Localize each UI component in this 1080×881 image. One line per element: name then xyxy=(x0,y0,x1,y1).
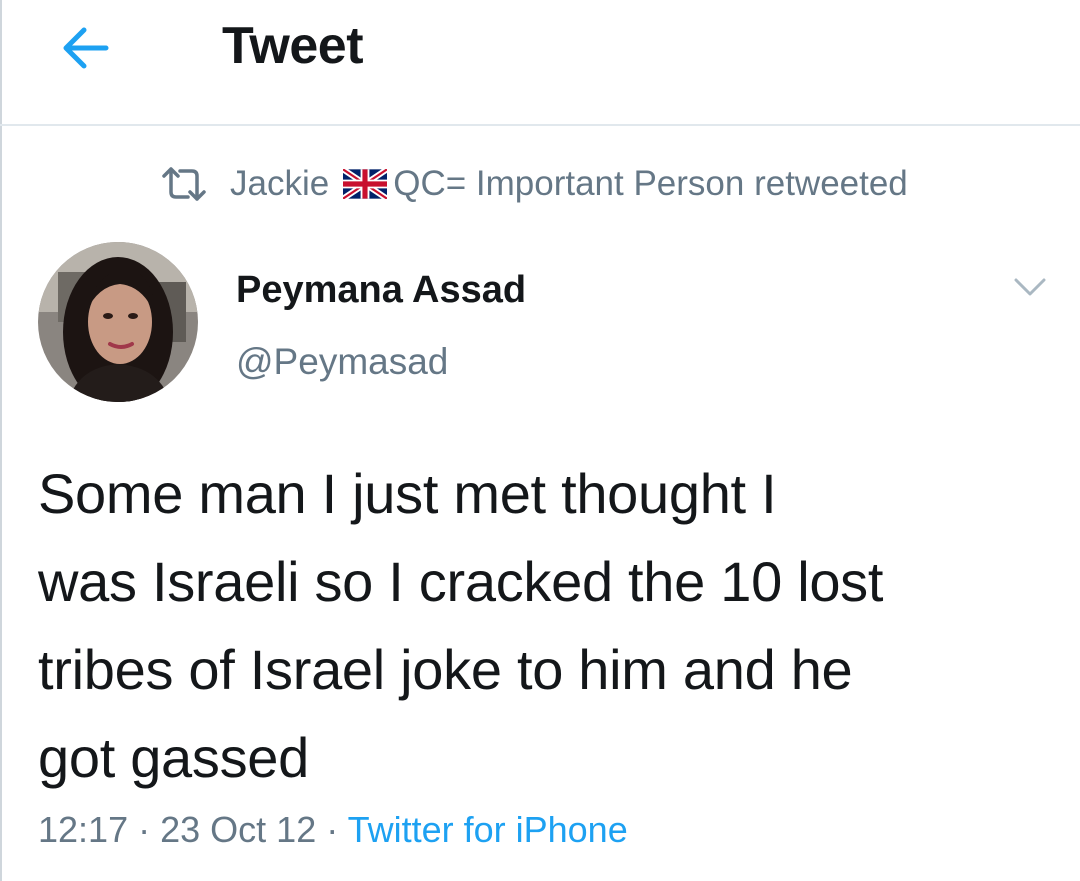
tweet-line: tribes of Israel joke to him and he xyxy=(38,638,853,701)
tweet-metadata: 12:17 · 23 Oct 12 · Twitter for iPhone xyxy=(38,804,628,856)
tweet-time: 12:17 xyxy=(38,809,129,850)
retweeter-name: Jackie xyxy=(230,164,330,203)
arrow-left-icon xyxy=(63,27,109,69)
retweeter-suffix: QC= Important Person retweeted xyxy=(393,164,908,203)
avatar[interactable] xyxy=(38,242,198,402)
chevron-down-icon xyxy=(1014,278,1046,296)
window-edge xyxy=(0,0,2,881)
profile-photo xyxy=(38,242,198,402)
author-name[interactable]: Peymana Assad xyxy=(236,266,526,314)
separator: · xyxy=(326,809,339,850)
retweet-context[interactable]: Jackie QC= Important Person retweeted xyxy=(160,160,908,208)
back-button[interactable] xyxy=(56,20,112,76)
separator: · xyxy=(138,809,151,850)
tweet-source-link[interactable]: Twitter for iPhone xyxy=(348,809,628,850)
tweet-date: 23 Oct 12 xyxy=(160,809,317,850)
page-title: Tweet xyxy=(222,17,364,75)
tweet-line: was Israeli so I cracked the 10 lost xyxy=(38,550,884,613)
top-bar: Tweet xyxy=(0,0,1080,126)
author-handle[interactable]: @Peymasad xyxy=(236,338,448,386)
tweet-menu-button[interactable] xyxy=(1010,270,1050,306)
union-jack-flag-icon xyxy=(343,169,388,199)
tweet-line: got gassed xyxy=(38,726,309,789)
tweet-body: Some man I just met thought I was Israel… xyxy=(38,450,1058,802)
retweet-icon xyxy=(162,167,206,201)
tweet-line: Some man I just met thought I xyxy=(38,462,777,525)
